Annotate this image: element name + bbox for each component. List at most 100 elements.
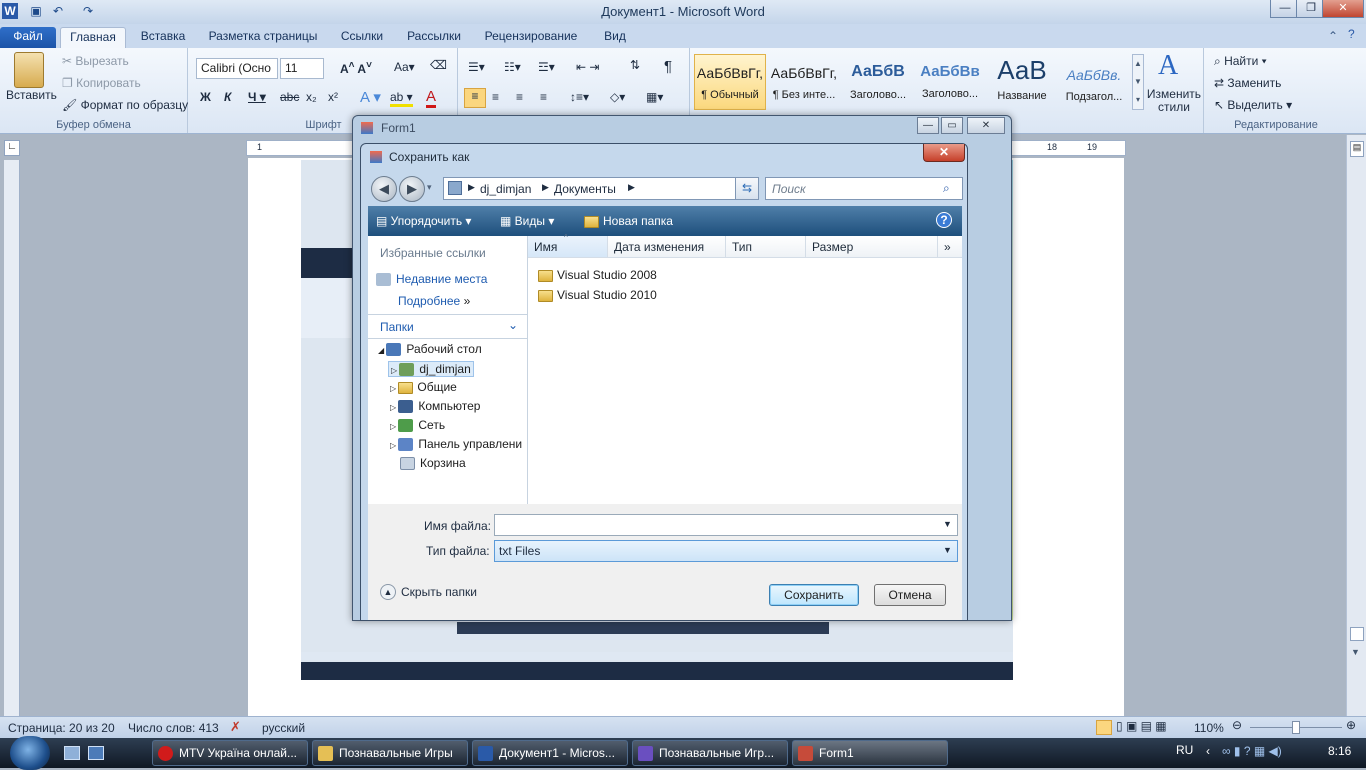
switch-windows-icon[interactable] <box>88 746 104 760</box>
font-color-icon[interactable]: A <box>426 88 437 108</box>
print-layout-icon[interactable] <box>1096 720 1112 735</box>
style-heading1[interactable]: АаБбВ Заголово... <box>842 54 914 110</box>
column-date[interactable]: Дата изменения <box>608 236 726 258</box>
subscript-button[interactable]: x₂ <box>306 90 317 104</box>
line-spacing-icon[interactable]: ↕≡▾ <box>570 90 589 104</box>
tab-view[interactable]: Вид <box>594 27 636 48</box>
tray-expand-icon[interactable]: ‹ <box>1206 744 1210 758</box>
change-styles-button[interactable]: Изменить стили <box>1146 88 1202 114</box>
tree-user[interactable]: ▷ dj_dimjan <box>388 361 474 378</box>
change-case-button[interactable]: Aa▾ <box>394 60 415 74</box>
new-folder-button[interactable]: Новая папка <box>584 214 673 228</box>
file-list[interactable]: Имя ^ Дата изменения Тип Размер » Visual… <box>528 233 962 504</box>
filetype-dropdown-icon[interactable]: ▼ <box>943 545 952 555</box>
history-dropdown-icon[interactable]: ▾ <box>427 182 432 193</box>
zoom-in-icon[interactable]: ⊕ <box>1346 718 1356 732</box>
bullets-icon[interactable]: ☰▾ <box>468 60 485 74</box>
align-left-icon[interactable]: ≡ <box>464 88 486 108</box>
save-as-dialog[interactable]: Сохранить как ✕ ◀ ▶ ▾ ▶ dj_dimjan ▶ Доку… <box>360 143 968 621</box>
replace-button[interactable]: ⇄ Заменить <box>1214 76 1281 90</box>
tab-file[interactable]: Файл <box>0 27 56 48</box>
tab-mailings[interactable]: Рассылки <box>400 27 468 48</box>
collapse-folders-icon[interactable]: ⌄ <box>508 318 518 332</box>
copy-button[interactable]: ❐ Копировать <box>62 76 141 90</box>
style-heading2[interactable]: АаБбВв Заголово... <box>914 54 986 110</box>
tree-computer[interactable]: ▷ Компьютер <box>390 399 480 414</box>
hide-folders-icon[interactable]: ▲ <box>380 584 396 600</box>
zoom-out-icon[interactable]: ⊖ <box>1232 718 1242 732</box>
close-button[interactable]: ✕ <box>1322 0 1364 18</box>
tab-home[interactable]: Главная <box>60 27 126 48</box>
breadcrumb-user[interactable]: dj_dimjan <box>480 182 531 196</box>
tray-icons[interactable]: ∞ ▮ ? ▦ ◀) <box>1222 744 1282 758</box>
align-right-icon[interactable]: ≡ <box>516 90 523 104</box>
forward-button[interactable]: ▶ <box>399 176 425 202</box>
indent-icon[interactable]: ⇤ ⇥ <box>576 60 599 74</box>
dialog-close-button[interactable]: ✕ <box>923 144 965 162</box>
find-button[interactable]: ⌕ Найти ▾ <box>1214 54 1267 69</box>
column-size[interactable]: Размер <box>806 236 938 258</box>
style-no-spacing[interactable]: АаБбВвГг, ¶ Без инте... <box>768 54 840 110</box>
start-button[interactable] <box>10 736 50 770</box>
favorite-recent[interactable]: Недавние места <box>376 272 487 287</box>
vertical-ruler[interactable] <box>4 160 20 716</box>
clear-format-icon[interactable]: ⌫ <box>430 58 447 72</box>
task-opera[interactable]: MTV Україна онлай... <box>152 740 308 766</box>
clock[interactable]: 8:16 <box>1328 744 1351 758</box>
ruler-toggle-icon[interactable]: ▤ <box>1350 141 1364 157</box>
vertical-scrollbar[interactable]: ▤ ▼ <box>1346 135 1366 716</box>
form1-minimize-button[interactable]: — <box>917 117 939 134</box>
address-bar[interactable]: ▶ dj_dimjan ▶ Документы ▶ ▼ <box>443 177 759 200</box>
zoom-thumb[interactable] <box>1292 721 1300 734</box>
zoom-level[interactable]: 110% <box>1194 721 1224 735</box>
sort-icon[interactable]: ⇅ <box>630 58 640 72</box>
save-button[interactable]: Сохранить <box>769 584 859 606</box>
back-button[interactable]: ◀ <box>371 176 397 202</box>
form1-close-button[interactable]: ✕ <box>967 117 1005 134</box>
tab-page-layout[interactable]: Разметка страницы <box>202 27 324 48</box>
column-name[interactable]: Имя <box>528 236 608 258</box>
tree-network[interactable]: ▷ Сеть <box>390 418 445 433</box>
font-name-select[interactable]: Calibri (Осно <box>196 58 278 79</box>
scroll-down-icon[interactable]: ▼ <box>1351 647 1360 657</box>
chevron-up-icon[interactable]: ⌃ <box>1328 29 1338 43</box>
language-indicator[interactable]: RU <box>1176 743 1193 757</box>
justify-icon[interactable]: ≡ <box>540 90 547 104</box>
tab-references[interactable]: Ссылки <box>334 27 390 48</box>
language[interactable]: русский <box>262 721 305 735</box>
view-icons[interactable]: ▯ ▣ ▤ ▦ <box>1116 719 1167 733</box>
organize-button[interactable]: ▤ Упорядочить ▾ <box>376 214 471 228</box>
tree-shared[interactable]: ▷ Общие <box>390 380 457 394</box>
spellcheck-icon[interactable]: ✗ <box>230 719 241 735</box>
shading-icon[interactable]: ◇▾ <box>610 90 625 104</box>
pilcrow-icon[interactable]: ¶ <box>664 58 672 75</box>
strikethrough-button[interactable]: abc <box>280 90 299 104</box>
filename-dropdown-icon[interactable]: ▼ <box>943 519 952 529</box>
search-input[interactable]: Поиск <box>765 177 963 200</box>
folders-header[interactable]: Папки <box>380 320 414 334</box>
task-word[interactable]: Документ1 - Micros... <box>472 740 628 766</box>
column-type[interactable]: Тип <box>726 236 806 258</box>
word-count[interactable]: Число слов: 413 <box>128 721 219 735</box>
bold-button[interactable]: Ж <box>200 90 211 104</box>
change-styles-icon[interactable]: A <box>1158 50 1178 82</box>
tree-desktop[interactable]: ◢ Рабочий стол <box>378 342 482 357</box>
list-item[interactable]: Visual Studio 2010 <box>538 288 657 302</box>
help-icon[interactable]: ? <box>1348 27 1355 41</box>
highlight-icon[interactable]: ab ▾ <box>390 90 413 107</box>
breadcrumb-documents[interactable]: Документы <box>554 182 616 196</box>
italic-button[interactable]: К <box>224 90 231 104</box>
grow-font-button[interactable]: A˄ A˅ <box>340 60 372 76</box>
refresh-icon[interactable]: ⇆ <box>735 177 759 200</box>
tab-review[interactable]: Рецензирование <box>478 27 584 48</box>
select-button[interactable]: ↖ Выделить ▾ <box>1214 98 1292 112</box>
paste-button[interactable]: Вставить <box>6 88 57 102</box>
task-game[interactable]: Познавальные Игр... <box>632 740 788 766</box>
favorite-more[interactable]: Подробнее » <box>398 294 470 308</box>
style-title[interactable]: АаВ Название <box>986 54 1058 110</box>
tree-recycle-bin[interactable]: Корзина <box>400 456 466 471</box>
multilevel-icon[interactable]: ☲▾ <box>538 60 555 74</box>
format-painter-button[interactable]: 🖌 Формат по образцу <box>62 98 188 112</box>
help-icon[interactable]: ? <box>936 212 952 228</box>
borders-icon[interactable]: ▦▾ <box>646 90 663 104</box>
